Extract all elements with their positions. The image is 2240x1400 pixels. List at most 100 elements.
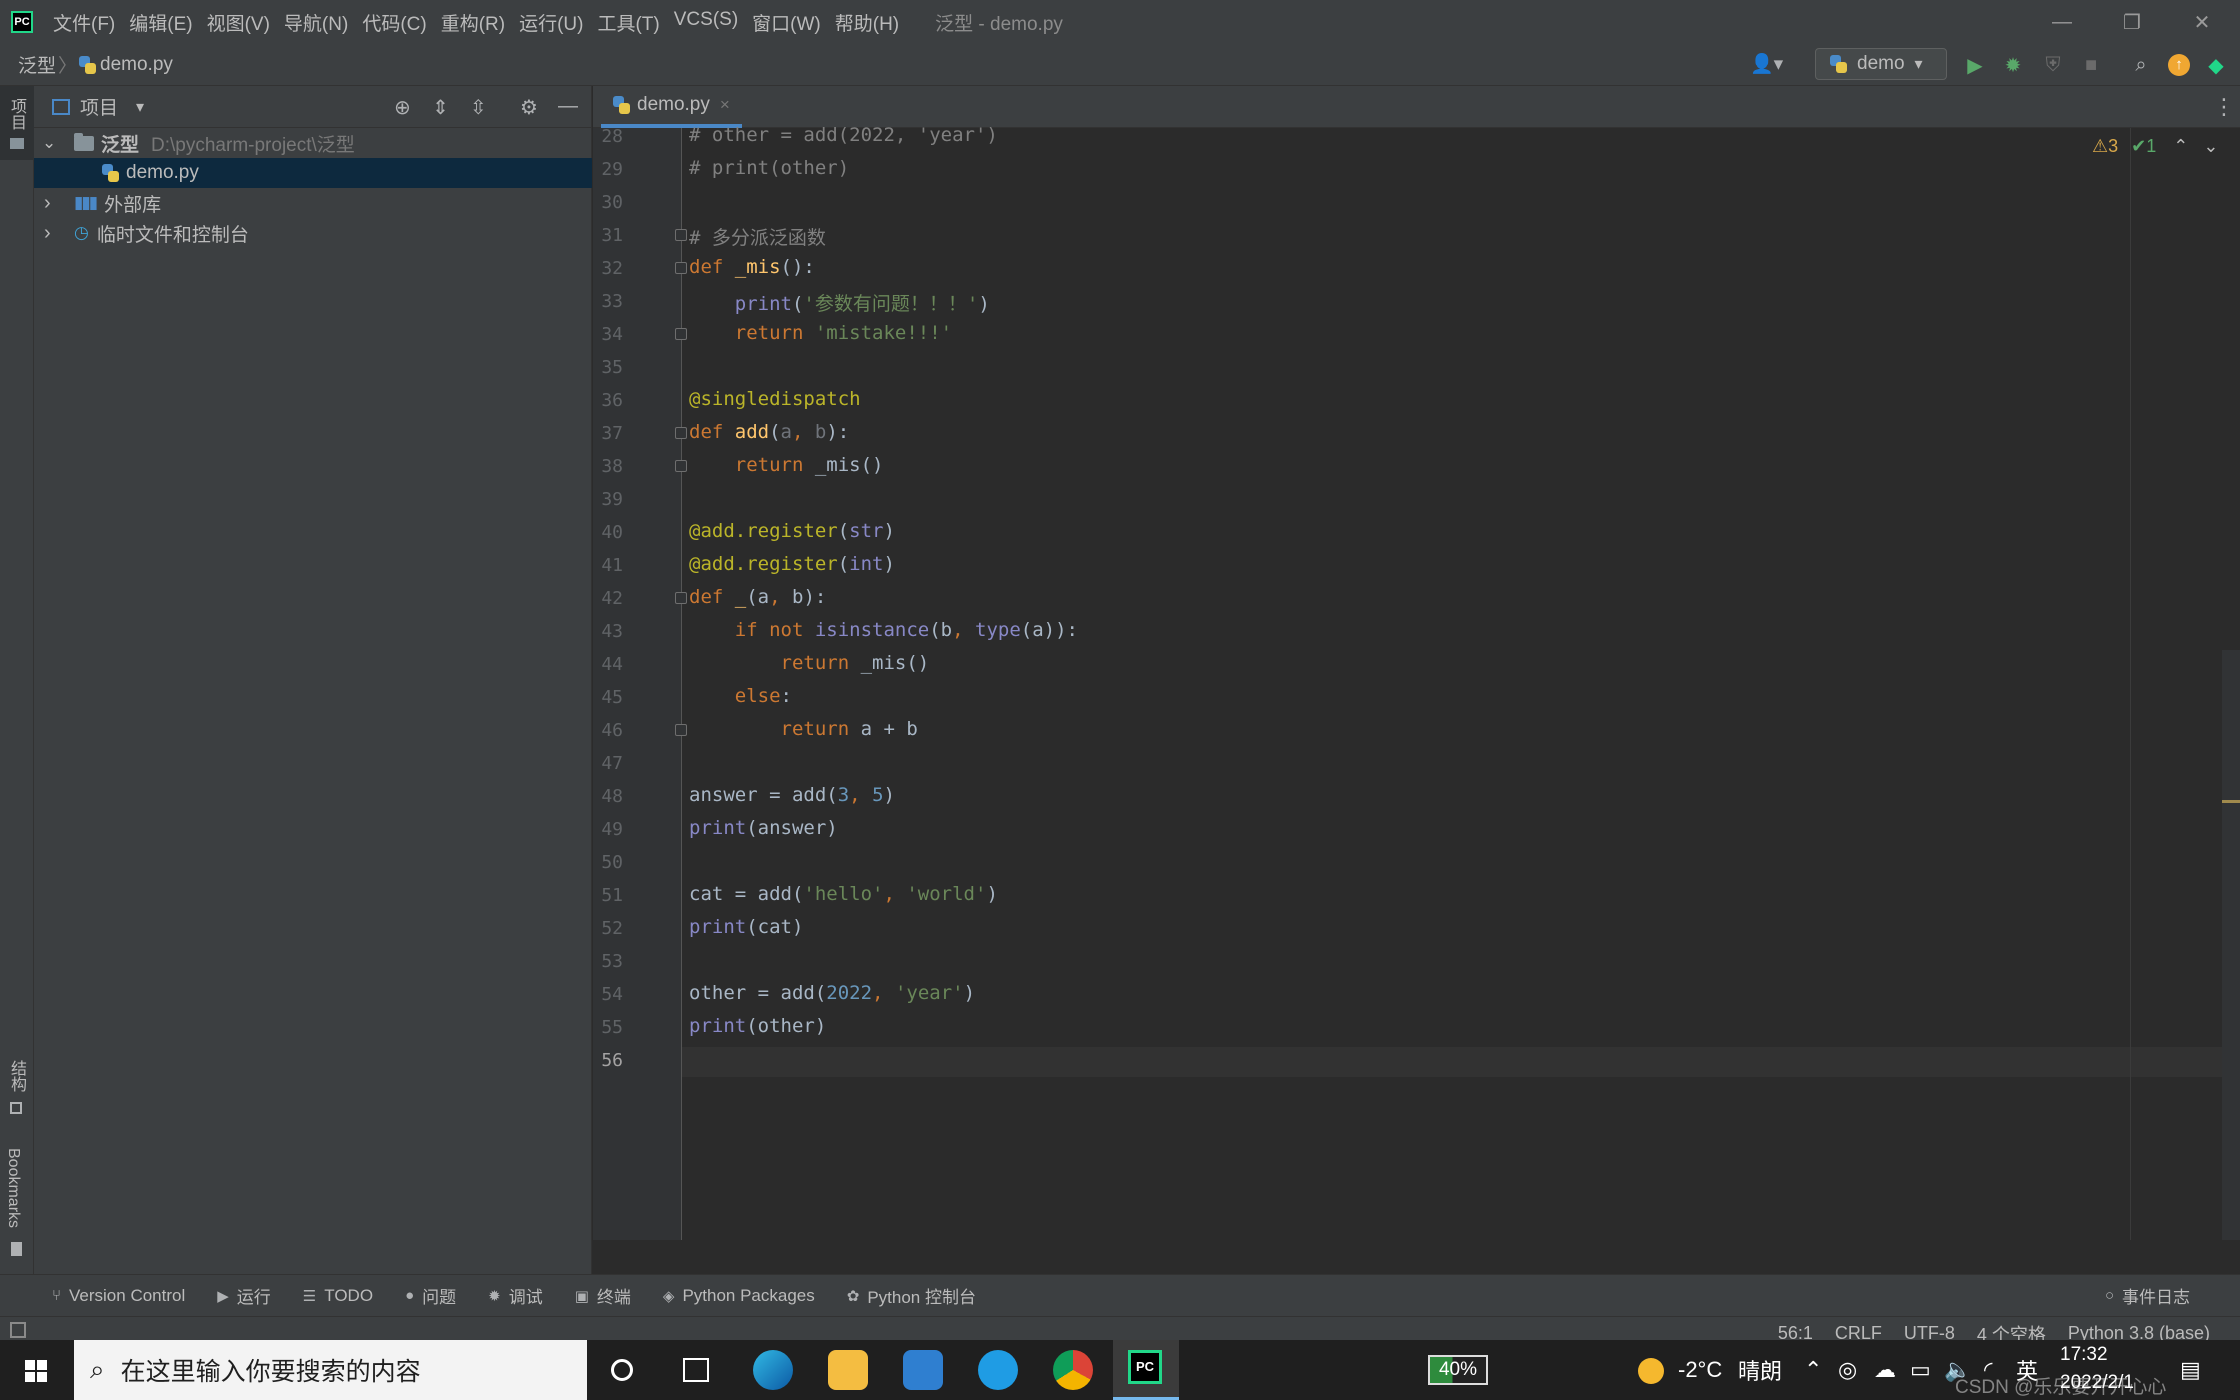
event-log-button[interactable]: ○ 事件日志: [2105, 1283, 2190, 1308]
mail-icon[interactable]: [903, 1350, 943, 1390]
menu-file[interactable]: 文件(F): [53, 9, 115, 36]
expand-all-icon[interactable]: ⇕: [432, 95, 449, 120]
chevron-down-icon[interactable]: ⌄: [42, 133, 60, 153]
fold-marker-icon[interactable]: [675, 427, 687, 439]
tree-item-scratches[interactable]: › ◷ 临时文件和控制台: [34, 218, 592, 248]
fold-marker-icon[interactable]: [675, 724, 687, 736]
tab-run[interactable]: ▶ 运行: [217, 1283, 271, 1308]
minimize-button[interactable]: —: [2030, 0, 2094, 44]
hide-panel-icon[interactable]: —: [558, 95, 578, 118]
breadcrumb-file[interactable]: demo.py: [100, 54, 173, 76]
tab-todo[interactable]: ☰ TODO: [303, 1286, 373, 1306]
menu-edit[interactable]: 编辑(E): [129, 9, 192, 36]
code-line[interactable]: def _mis():: [689, 256, 815, 278]
structure-tool-tab[interactable]: 结构: [4, 1060, 28, 1092]
tab-version-control[interactable]: ⑂ Version Control: [52, 1286, 185, 1306]
weather-text[interactable]: 晴朗: [1738, 1340, 1782, 1400]
tree-item-demo-py[interactable]: demo.py: [34, 158, 592, 188]
restore-button[interactable]: ❐: [2100, 0, 2164, 44]
code-line[interactable]: answer = add(3, 5): [689, 784, 895, 806]
pycharm-taskbar-button[interactable]: PC: [1113, 1340, 1179, 1400]
toggle-tool-windows-icon[interactable]: [10, 1322, 26, 1338]
menu-run[interactable]: 运行(U): [519, 9, 583, 36]
tab-terminal[interactable]: ▣ 终端: [575, 1283, 631, 1308]
previous-highlight-icon[interactable]: ⌃: [2173, 136, 2188, 156]
cortana-icon[interactable]: [611, 1359, 633, 1381]
tray-app-icon[interactable]: ◎: [1838, 1340, 1857, 1400]
update-icon[interactable]: ↑: [2166, 52, 2192, 78]
menu-view[interactable]: 视图(V): [207, 9, 270, 36]
user-icon[interactable]: 👤▾: [1750, 52, 1783, 76]
menu-window[interactable]: 窗口(W): [752, 9, 821, 36]
fold-marker-icon[interactable]: [675, 328, 687, 340]
chevron-right-icon[interactable]: ›: [44, 192, 62, 215]
coverage-icon[interactable]: ⛨: [2040, 52, 2066, 78]
show-hidden-icons-icon[interactable]: ⌃: [1804, 1340, 1822, 1400]
code-line[interactable]: return 'mistake!!!': [689, 322, 952, 344]
run-icon[interactable]: ▶: [1962, 52, 1988, 78]
editor-scrollbar[interactable]: [2222, 650, 2240, 1240]
ie-browser-icon[interactable]: [978, 1350, 1018, 1390]
gear-icon[interactable]: ⚙: [520, 95, 538, 120]
tree-item-external-libraries[interactable]: › ▮▮▮ 外部库: [34, 188, 592, 218]
code-line[interactable]: def add(a, b):: [689, 421, 849, 443]
notification-center-icon[interactable]: ▤: [2180, 1340, 2201, 1400]
code-line[interactable]: else:: [689, 685, 792, 707]
tab-more-icon[interactable]: ⋮: [2213, 94, 2235, 120]
code-line[interactable]: return _mis(): [689, 652, 930, 674]
bookmarks-tool-tab[interactable]: Bookmarks: [4, 1148, 22, 1228]
code-line[interactable]: print('参数有问题！！！'): [689, 289, 990, 316]
code-line[interactable]: print(cat): [689, 916, 803, 938]
code-line[interactable]: return _mis(): [689, 454, 884, 476]
battery-widget[interactable]: 40%: [1428, 1355, 1488, 1385]
onedrive-icon[interactable]: ☁: [1874, 1340, 1896, 1400]
debug-bug-icon[interactable]: ✹: [2000, 52, 2026, 78]
menu-vcs[interactable]: VCS(S): [674, 9, 738, 36]
chevron-right-icon[interactable]: ›: [44, 222, 62, 245]
code-line[interactable]: other = add(2022, 'year'): [689, 982, 975, 1004]
code-line[interactable]: if not isinstance(b, type(a)):: [689, 619, 1078, 641]
project-panel-title[interactable]: 项目: [80, 93, 118, 120]
code-line[interactable]: print(other): [689, 1015, 826, 1037]
tab-debug[interactable]: ✹ 调试: [488, 1283, 543, 1308]
code-line[interactable]: return a + b: [689, 718, 918, 740]
warnings-indicator[interactable]: ⚠3 ✔1 ⌃ ⌄: [2092, 136, 2218, 157]
next-highlight-icon[interactable]: ⌄: [2203, 136, 2218, 156]
tab-demo-py[interactable]: demo.py ×: [601, 86, 742, 128]
code-line[interactable]: print(answer): [689, 817, 838, 839]
code-line[interactable]: cat = add('hello', 'world'): [689, 883, 998, 905]
taskbar-search[interactable]: ⌕ 在这里输入你要搜索的内容: [74, 1340, 587, 1400]
tab-close-icon[interactable]: ×: [720, 95, 730, 115]
temperature[interactable]: -2°C: [1678, 1340, 1722, 1400]
tab-python-console[interactable]: ✿ Python 控制台: [847, 1283, 976, 1308]
menu-code[interactable]: 代码(C): [362, 9, 426, 36]
project-tool-tab[interactable]: 项目: [4, 98, 28, 130]
search-icon[interactable]: ⌕: [2128, 52, 2154, 78]
plugin-icon[interactable]: ◆: [2203, 52, 2229, 78]
code-line[interactable]: @singledispatch: [689, 388, 861, 410]
fold-marker-icon[interactable]: [675, 592, 687, 604]
breadcrumb-project[interactable]: 泛型: [18, 51, 56, 78]
code-line[interactable]: # print(other): [689, 157, 849, 179]
code-line[interactable]: def _(a, b):: [689, 586, 826, 608]
menu-tools[interactable]: 工具(T): [597, 9, 659, 36]
task-view-icon[interactable]: [683, 1358, 709, 1382]
locate-target-icon[interactable]: ⊕: [394, 95, 411, 120]
file-explorer-icon[interactable]: [828, 1350, 868, 1390]
fold-marker-icon[interactable]: [675, 262, 687, 274]
collapse-all-icon[interactable]: ⇳: [470, 95, 487, 120]
windows-start-icon[interactable]: [25, 1360, 47, 1382]
code-line[interactable]: @add.register(int): [689, 553, 895, 575]
menu-help[interactable]: 帮助(H): [835, 9, 899, 36]
menu-navigate[interactable]: 导航(N): [284, 9, 348, 36]
fold-marker-icon[interactable]: [675, 460, 687, 472]
tree-item-root[interactable]: ⌄ 泛型 D:\pycharm-project\泛型: [34, 128, 592, 158]
code-line[interactable]: # other = add(2022, 'year'): [689, 124, 998, 146]
code-line[interactable]: # 多分派泛函数: [689, 223, 826, 250]
stop-icon[interactable]: ■: [2078, 52, 2104, 78]
fold-marker-icon[interactable]: [675, 229, 687, 241]
tab-problems[interactable]: ● 问题: [405, 1283, 456, 1308]
menu-refactor[interactable]: 重构(R): [441, 9, 505, 36]
tab-python-packages[interactable]: ◈ Python Packages: [663, 1286, 815, 1306]
chrome-icon[interactable]: [1053, 1350, 1093, 1390]
